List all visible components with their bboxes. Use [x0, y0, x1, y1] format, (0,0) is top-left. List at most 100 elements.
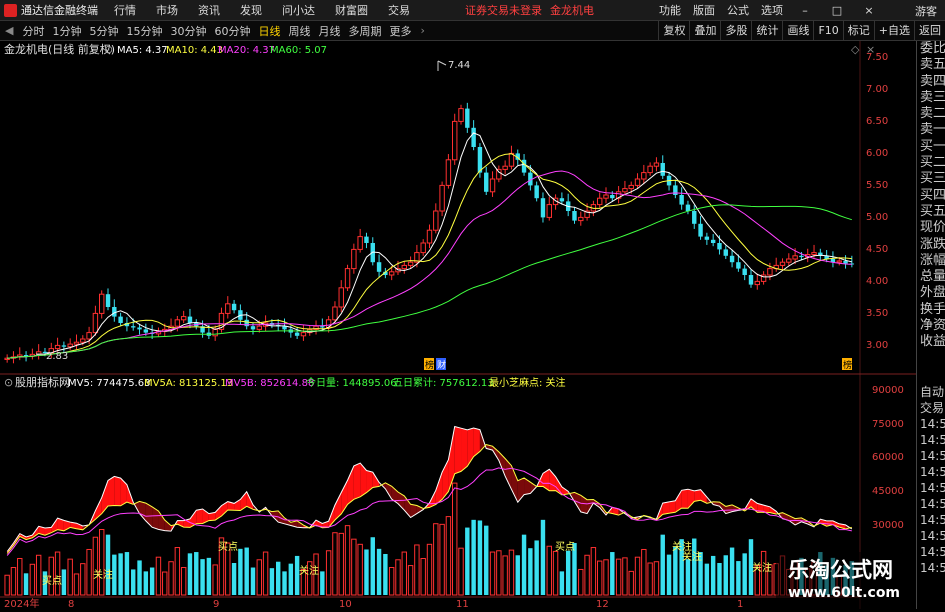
diamond-icon[interactable]: ◇ — [851, 43, 860, 56]
candle-down — [698, 223, 703, 237]
quote-label: 买五 — [920, 203, 945, 219]
volume-bar-up — [162, 571, 168, 596]
svg-text:财: 财 — [437, 359, 446, 371]
minimize-icon[interactable]: – — [789, 4, 821, 17]
legend-settings-icon[interactable]: ⊙ — [104, 43, 113, 56]
volume-bar-up — [212, 564, 218, 596]
volume-bar-down — [717, 563, 722, 595]
btn-f10[interactable]: F10 — [813, 21, 842, 40]
menu-caifuquan[interactable]: 财富圈 — [325, 2, 378, 18]
price-tick: 7.00 — [866, 84, 888, 95]
btn-tongji[interactable]: 统计 — [751, 21, 782, 40]
menu-wenxiaoda[interactable]: 问小达 — [272, 2, 325, 18]
today-volume-legend: 今日量: 144895.06 — [306, 376, 397, 389]
menu-gongshi[interactable]: 公式 — [721, 2, 755, 18]
menu-shichang[interactable]: 市场 — [146, 2, 188, 18]
volume-bar-down — [666, 554, 672, 595]
candle-down — [799, 255, 804, 258]
volume-bar-down — [143, 571, 149, 595]
period-weekly[interactable]: 周线 — [284, 23, 314, 39]
btn-biaoji[interactable]: 标记 — [842, 21, 874, 40]
btn-huaxian[interactable]: 画线 — [782, 21, 813, 40]
period-more[interactable]: 更多 — [385, 23, 415, 39]
maximize-icon[interactable]: □ — [821, 4, 853, 17]
mv5-line — [6, 425, 853, 552]
menu-xuanxiang[interactable]: 选项 — [755, 2, 789, 18]
trade-time: 交易 — [920, 401, 945, 415]
login-notice[interactable]: 证券交易未登录 — [465, 2, 542, 18]
indicator-band — [164, 519, 172, 532]
close-icon[interactable]: × — [853, 4, 885, 17]
menu-faxian[interactable]: 发现 — [230, 2, 272, 18]
btn-fanhui[interactable]: 返回 — [914, 21, 945, 40]
volume-bar-down — [515, 555, 520, 595]
candle-up — [603, 194, 609, 199]
candle-up — [73, 341, 80, 345]
volume-bar-down — [565, 550, 571, 595]
menu-hangqing[interactable]: 行情 — [104, 2, 146, 18]
collapse-left-icon[interactable]: ◀ — [0, 24, 18, 37]
quote-label: 卖五 — [920, 57, 945, 73]
menu-gongneng[interactable]: 功能 — [653, 2, 687, 18]
chart-svg[interactable]: 金龙机电(日线 前复权) ⊙ MA5: 4.37 MA10: 4.43 MA20… — [0, 41, 916, 610]
candle-up — [647, 165, 653, 174]
chart-area[interactable]: 金龙机电(日线 前复权) ⊙ MA5: 4.37 MA10: 4.43 MA20… — [0, 41, 916, 610]
period-multi[interactable]: 多周期 — [344, 23, 385, 39]
period-5min[interactable]: 5分钟 — [85, 23, 122, 39]
quote-label: 卖二 — [920, 106, 945, 122]
volume-bar-down — [118, 553, 123, 595]
volume-bar-up — [653, 561, 660, 596]
date-tick: 2024年 — [4, 597, 39, 609]
user-label[interactable]: 游客 — [915, 3, 937, 19]
menu-jiaoyi[interactable]: 交易 — [378, 2, 420, 18]
volume-bar-down — [471, 519, 476, 595]
volume-bar-down — [61, 569, 67, 595]
indicator-settings-icon[interactable]: ⊙ — [4, 376, 13, 389]
ma10-line — [7, 153, 852, 359]
menu-banmian[interactable]: 版面 — [687, 2, 721, 18]
period-60min[interactable]: 60分钟 — [210, 23, 254, 39]
btn-zixuan[interactable]: +自选 — [873, 21, 914, 40]
candle-up — [767, 268, 773, 276]
volume-bar-down — [723, 555, 728, 595]
price-tick: 4.00 — [866, 276, 888, 287]
candle-up — [212, 328, 218, 337]
candle-up — [407, 261, 414, 266]
btn-duogu[interactable]: 多股 — [720, 21, 751, 40]
trade-time: 14:56 — [920, 417, 945, 431]
volume-bar-down — [149, 567, 155, 595]
btn-diejia[interactable]: 叠加 — [689, 21, 720, 40]
period-daily[interactable]: 日线 — [254, 23, 284, 39]
candle-up — [99, 293, 105, 314]
period-monthly[interactable]: 月线 — [314, 23, 344, 39]
volume-bar-up — [67, 558, 73, 596]
volume-bar-up — [634, 556, 641, 596]
candle-down — [710, 239, 716, 243]
menu-zixun[interactable]: 资讯 — [188, 2, 230, 18]
volume-bar-up — [344, 525, 351, 596]
candle-down — [673, 185, 678, 195]
candle-up — [836, 260, 842, 263]
candle-up — [300, 332, 307, 337]
btn-fuquan[interactable]: 复权 — [658, 21, 689, 40]
volume-bar-up — [452, 482, 458, 596]
candle-down — [244, 319, 249, 327]
notice-stock[interactable]: 金龙机电 — [550, 2, 594, 18]
quote-label: 涨跌 — [920, 236, 945, 252]
volume-bar-up — [552, 550, 559, 596]
quote-label: 买三 — [920, 171, 945, 187]
indicator-band — [662, 501, 670, 515]
volume-tick: 30000 — [872, 520, 904, 531]
quote-label: 买一 — [920, 138, 945, 154]
low-price-label: 2.83 — [46, 351, 68, 362]
period-1min[interactable]: 1分钟 — [48, 23, 85, 39]
trade-time: 14:56 — [920, 513, 945, 527]
candle-down — [679, 195, 684, 205]
period-30min[interactable]: 30分钟 — [166, 23, 210, 39]
period-15min[interactable]: 15分钟 — [122, 23, 166, 39]
volume-bar-down — [238, 548, 243, 595]
quote-label: 现价 — [920, 220, 945, 236]
period-fenshi[interactable]: 分时 — [18, 23, 48, 39]
candle-down — [843, 260, 848, 264]
more-chevron-icon[interactable]: › — [415, 24, 429, 37]
